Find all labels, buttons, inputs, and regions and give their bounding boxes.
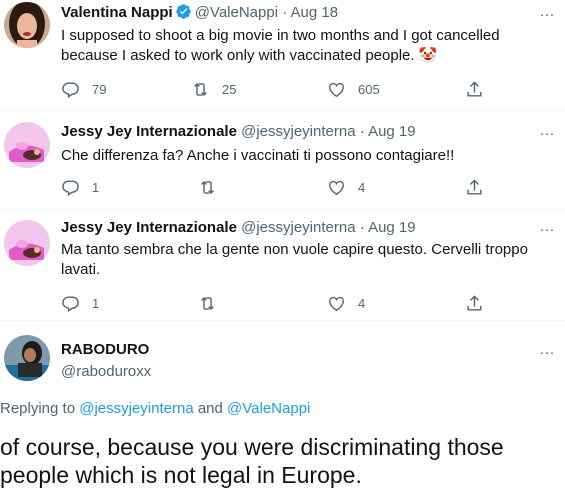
verified-badge-icon (175, 3, 192, 20)
tweet-jessy-1[interactable]: Jessy Jey Internazionale @jessyjeyintern… (0, 111, 565, 209)
like-count: 605 (358, 81, 380, 97)
retweet-icon (201, 180, 214, 194)
handle[interactable]: @raboduroxx (61, 363, 151, 380)
retweet-button[interactable] (198, 177, 217, 197)
display-name[interactable]: Jessy Jey Internazionale (61, 219, 237, 236)
reply-icon (62, 295, 79, 312)
reply-count: 1 (92, 295, 100, 311)
replying-to: Replying to @jessyjeyinterna and @ValeNa… (0, 400, 310, 417)
more-options-icon[interactable]: ··· (537, 125, 557, 142)
handle[interactable]: @ValeNappi (195, 4, 278, 21)
retweet-icon (194, 82, 207, 96)
more-options-icon[interactable]: ··· (537, 6, 557, 23)
action-bar: 79 25 605 (61, 79, 501, 99)
heart-icon (329, 82, 344, 97)
avatar[interactable] (4, 2, 50, 48)
display-name[interactable]: Jessy Jey Internazionale (61, 123, 237, 140)
display-name[interactable]: RABODURO (61, 341, 149, 358)
reply-button[interactable]: 1 (61, 293, 99, 313)
mention-valenappi[interactable]: @ValeNappi (227, 400, 310, 417)
like-button[interactable]: 4 (327, 293, 365, 313)
retweet-button[interactable]: 25 (191, 79, 236, 99)
tweet-text: I supposed to shoot a big movie in two m… (61, 27, 500, 64)
more-options-icon[interactable]: ··· (537, 344, 557, 361)
share-button[interactable] (465, 177, 484, 197)
reply-button[interactable]: 1 (61, 177, 99, 197)
share-button[interactable] (465, 293, 484, 313)
more-options-icon[interactable]: ··· (537, 221, 557, 238)
heart-icon (329, 296, 344, 311)
handle[interactable]: @jessyjeyinterna (241, 123, 355, 140)
action-bar: 1 4 (61, 177, 501, 197)
replying-and: and (193, 400, 228, 417)
reply-button[interactable]: 79 (61, 79, 106, 99)
tweet-text: Che differenza fa? Anche i vaccinati ti … (61, 147, 455, 164)
timestamp[interactable]: · Aug 19 (360, 123, 416, 140)
mention-jessyjeyinterna[interactable]: @jessyjeyinterna (79, 400, 193, 417)
share-button[interactable] (465, 79, 484, 99)
heart-icon (329, 180, 344, 195)
main-handle: @raboduroxx (61, 362, 151, 382)
main-name: RABODURO (61, 340, 149, 360)
reply-icon (62, 81, 79, 98)
timestamp[interactable]: · Aug 18 (282, 4, 338, 21)
replying-prefix: Replying to (0, 400, 80, 417)
tweet-header: Jessy Jey Internazionale @jessyjeyintern… (61, 218, 416, 238)
tweet-header: Jessy Jey Internazionale @jessyjeyintern… (61, 122, 416, 142)
tweet-valentina[interactable]: Valentina Nappi @ValeNappi · Aug 18 ··· I… (0, 0, 565, 108)
retweet-button[interactable] (198, 293, 217, 313)
share-icon (467, 294, 482, 311)
display-name[interactable]: Valentina Nappi (61, 4, 173, 21)
avatar[interactable] (4, 335, 50, 381)
reply-count: 1 (92, 179, 100, 195)
share-icon (467, 80, 482, 97)
reply-icon (62, 179, 79, 196)
like-count: 4 (358, 295, 366, 311)
retweet-icon (201, 296, 214, 310)
share-icon (467, 178, 482, 195)
avatar[interactable] (4, 220, 50, 266)
main-tweet-text: of course, because you were discriminati… (0, 434, 504, 488)
handle[interactable]: @jessyjeyinterna (241, 219, 355, 236)
like-count: 4 (358, 179, 366, 195)
tweet-text: Ma tanto sembra che la gente non vuole c… (61, 241, 528, 278)
action-bar: 1 4 (61, 293, 501, 313)
like-button[interactable]: 4 (327, 177, 365, 197)
retweet-count: 25 (222, 81, 237, 97)
like-button[interactable]: 605 (327, 79, 380, 99)
timestamp[interactable]: · Aug 19 (360, 219, 416, 236)
tweet-header: Valentina Nappi @ValeNappi · Aug 18 (61, 3, 338, 23)
avatar[interactable] (4, 122, 50, 168)
reply-count: 79 (92, 81, 107, 97)
tweet-jessy-2[interactable]: Jessy Jey Internazionale @jessyjeyintern… (0, 210, 565, 318)
